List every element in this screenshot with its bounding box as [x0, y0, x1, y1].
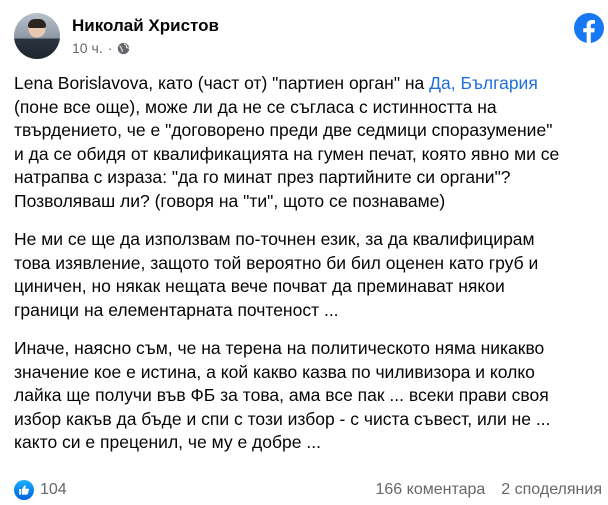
paragraph-1-text-end: (поне все още), може ли да не се съгласа…	[14, 96, 560, 211]
author-block: Николай Христов 10 ч. ·	[72, 15, 219, 57]
post-meta: 10 ч. ·	[72, 40, 219, 57]
post-footer: 104 166 коментара 2 споделяния	[14, 477, 602, 503]
post-header: Николай Христов 10 ч. ·	[14, 10, 219, 62]
like-count[interactable]: 104	[40, 481, 67, 499]
facebook-post: Николай Христов 10 ч. · Lena Borislavova…	[0, 0, 608, 505]
meta-separator: ·	[107, 40, 113, 56]
page-link-da-bulgaria[interactable]: Да, България	[429, 73, 538, 93]
post-paragraph-2: Не ми се ще да използвам по-точнен език,…	[14, 229, 539, 320]
paragraph-1-text-start: Lena Borislavova, като (част от) "партие…	[14, 73, 430, 93]
globe-icon[interactable]	[117, 42, 130, 55]
post-paragraph-3: Иначе, наясно съм, че на терена на полит…	[14, 337, 551, 453]
facebook-logo-icon[interactable]	[574, 13, 604, 43]
post-paragraph-1: Lena Borislavova, като (част от) "партие…	[14, 72, 606, 214]
author-avatar[interactable]	[14, 13, 60, 59]
post-body: Lena Borislavova, като (част от) "партие…	[14, 72, 606, 455]
comment-count[interactable]: 166 коментара	[376, 481, 486, 499]
author-name[interactable]: Николай Христов	[72, 15, 219, 36]
like-icon[interactable]	[14, 480, 34, 500]
post-time[interactable]: 10 ч.	[72, 40, 103, 57]
share-count[interactable]: 2 споделяния	[501, 481, 602, 499]
